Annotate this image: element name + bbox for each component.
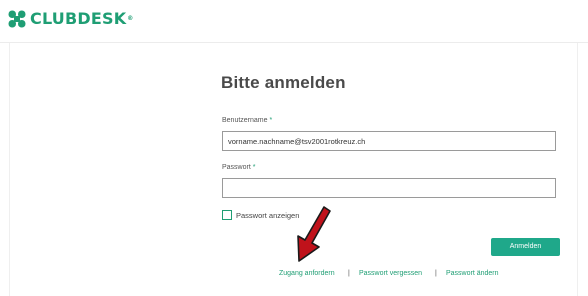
clover-logo-icon <box>7 9 27 29</box>
red-arrow-icon <box>288 205 332 268</box>
password-input[interactable] <box>222 178 556 198</box>
username-input[interactable] <box>222 131 556 151</box>
required-marker: * <box>269 117 273 124</box>
show-password-checkbox[interactable] <box>222 210 232 220</box>
clubdesk-logo[interactable]: CLUBDESK® <box>7 9 134 29</box>
right-divider <box>577 43 578 296</box>
page-title: Bitte anmelden <box>221 73 346 92</box>
required-marker: * <box>252 164 256 171</box>
login-button[interactable]: Anmelden <box>491 238 560 256</box>
username-label: Benutzername * <box>222 117 273 124</box>
brand-name: CLUBDESK® <box>30 9 134 28</box>
forgot-password-link[interactable]: Passwort vergessen <box>359 270 422 277</box>
link-separator: | <box>435 270 437 277</box>
change-password-link[interactable]: Passwort ändern <box>446 270 499 277</box>
left-divider <box>9 43 10 296</box>
password-label: Passwort * <box>222 164 256 171</box>
registered-mark: ® <box>127 15 134 22</box>
request-access-link[interactable]: Zugang anfordern <box>279 270 335 277</box>
link-separator: | <box>348 270 350 277</box>
top-header: CLUBDESK® <box>0 0 588 43</box>
